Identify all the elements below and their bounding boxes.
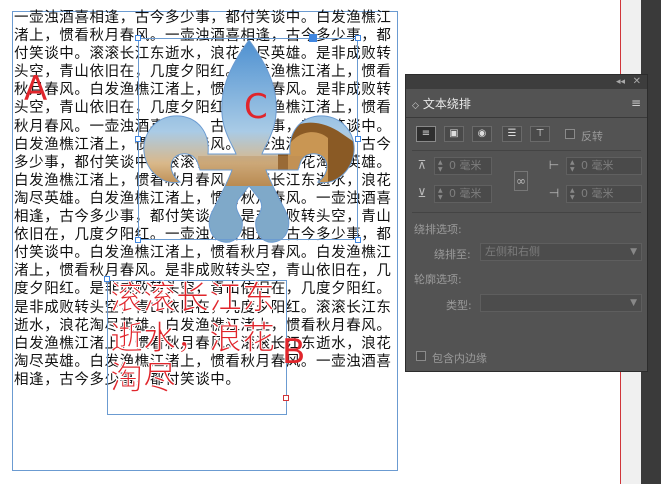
right-offset-icon: ⊣	[548, 186, 560, 200]
contour-options-header: 轮廓选项:	[414, 273, 462, 286]
link-chain-icon[interactable]: ∞	[514, 171, 528, 191]
top-offset-field[interactable]: ▲ ▼ 0 毫米	[434, 157, 492, 175]
right-offset-value: 0 毫米	[581, 187, 614, 200]
out-port[interactable]	[283, 395, 289, 401]
divider	[412, 212, 641, 213]
wrap-object-shape-icon[interactable]: ◉	[472, 126, 492, 142]
path-text[interactable]: 滚滚长江东逝水，浪花淘尽	[110, 278, 290, 398]
bottom-offset-field[interactable]: ▲ ▼ 0 毫米	[434, 185, 492, 203]
collapse-icon[interactable]: ◂◂	[616, 75, 625, 89]
panel-title-bar[interactable]: ◂◂ ✕	[406, 75, 647, 89]
expand-arrows-icon: ◇	[412, 101, 419, 111]
left-offset-icon: ⊢	[548, 158, 560, 172]
resize-handle[interactable]	[355, 136, 361, 142]
type-label: 类型:	[446, 299, 472, 312]
jump-next-column-icon[interactable]: ⊤	[530, 126, 550, 142]
invert-checkbox[interactable]	[565, 129, 575, 139]
anchor-point[interactable]	[309, 34, 317, 42]
stepper-icon[interactable]: ▲ ▼	[570, 159, 575, 173]
chevron-down-icon: ▼	[630, 247, 637, 257]
tab-text-wrap[interactable]: ◇ 文本绕排	[412, 95, 471, 112]
jump-object-icon[interactable]: ☰	[502, 126, 522, 142]
invert-label: 反转	[581, 130, 603, 143]
label-b: B	[282, 332, 306, 372]
menu-icon[interactable]: ≡	[631, 96, 641, 110]
resize-handle[interactable]	[135, 35, 141, 41]
label-a: A	[24, 69, 48, 109]
top-offset-icon: ⊼	[417, 158, 427, 172]
include-inside-edges-label: 包含内边缘	[432, 352, 487, 365]
panel-tab-bar: ◇ 文本绕排 ≡	[406, 89, 647, 118]
wrap-options-header: 绕排选项:	[414, 223, 462, 236]
bottom-offset-icon: ⊻	[417, 186, 427, 200]
label-c: C	[244, 87, 268, 127]
top-offset-value: 0 毫米	[449, 159, 482, 172]
type-select[interactable]: ▼	[480, 294, 642, 312]
wrap-bounding-box-icon[interactable]: ▣	[444, 126, 464, 142]
resize-handle[interactable]	[135, 237, 141, 243]
bottom-offset-value: 0 毫米	[449, 187, 482, 200]
resize-handle[interactable]	[355, 35, 361, 41]
panel-title: 文本绕排	[422, 97, 471, 111]
text-wrap-panel: ◂◂ ✕ ◇ 文本绕排 ≡ ≡ ▣ ◉ ☰ ⊤ 反转 ⊼ ▲ ▼ 0 毫米 ⊻ ▲ ▼ 0…	[405, 74, 648, 372]
chevron-down-icon: ▼	[630, 298, 637, 308]
resize-handle[interactable]	[355, 237, 361, 243]
wrap-none-icon[interactable]: ≡	[416, 126, 436, 142]
close-icon[interactable]: ✕	[633, 75, 641, 89]
include-inside-edges-checkbox[interactable]	[416, 351, 426, 361]
image-frame-c[interactable]	[138, 38, 358, 240]
stepper-icon[interactable]: ▲ ▼	[438, 159, 443, 173]
right-offset-field[interactable]: ▲ ▼ 0 毫米	[566, 185, 642, 203]
stepper-icon[interactable]: ▲ ▼	[438, 187, 443, 201]
left-offset-field[interactable]: ▲ ▼ 0 毫米	[566, 157, 642, 175]
wrap-to-value: 左侧和右侧	[485, 245, 540, 258]
divider	[412, 150, 641, 151]
stepper-icon[interactable]: ▲ ▼	[570, 187, 575, 201]
wrap-to-label: 绕排至:	[434, 248, 471, 261]
wrap-to-select[interactable]: 左侧和右侧 ▼	[480, 243, 642, 261]
resize-handle[interactable]	[135, 136, 141, 142]
left-offset-value: 0 毫米	[581, 159, 614, 172]
in-port[interactable]	[104, 276, 110, 282]
